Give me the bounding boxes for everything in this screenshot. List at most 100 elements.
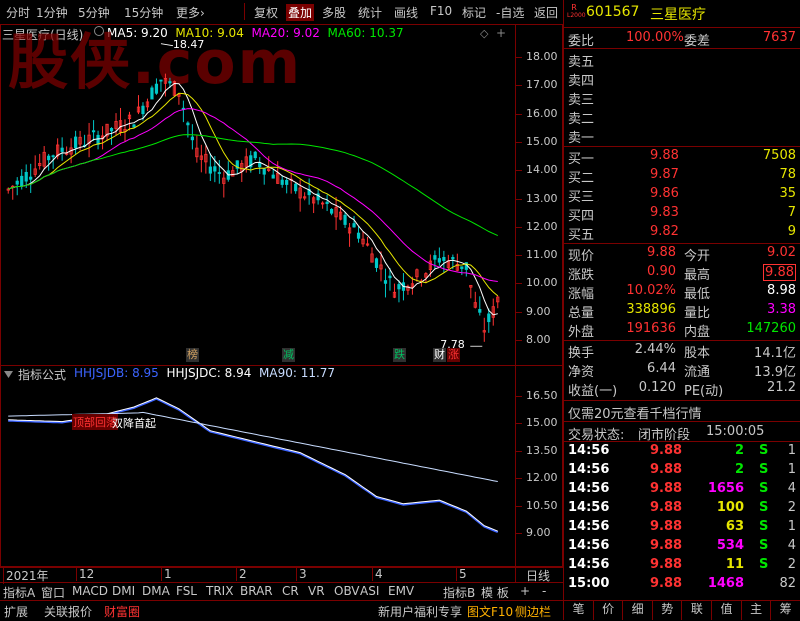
candle-body (437, 258, 441, 263)
indicator-tab-right[interactable]: 指标B (443, 584, 475, 601)
candle-body (24, 171, 28, 182)
candle-body (74, 136, 78, 149)
statistics-button[interactable]: 统计 (358, 4, 382, 21)
side-tab[interactable]: 主 (740, 600, 771, 620)
tick-volume: 1468 (707, 576, 744, 591)
weicha-value: 7637 (762, 30, 796, 45)
tick-side: S (759, 538, 769, 553)
tick-time: 15:00 (568, 576, 610, 591)
side-tab[interactable]: 细 (622, 600, 652, 620)
indicator-tab[interactable]: BRAR (240, 584, 273, 598)
indicator-tick-mark (516, 396, 522, 397)
tick-price: 9.88 (650, 557, 683, 572)
bid-level-label: 买四 (568, 209, 595, 224)
bid-level-label: 买三 (568, 190, 595, 205)
indicator-tab[interactable]: FSL (176, 584, 197, 598)
stat-label: 最低 (684, 287, 711, 302)
kline-chart[interactable] (0, 24, 563, 366)
tick-price: 9.88 (650, 500, 683, 515)
tick-time: 14:56 (568, 481, 610, 496)
indicator-tab[interactable]: DMA (142, 584, 170, 598)
fund-value: 0.120 (638, 380, 676, 395)
fund-label: 净资 (568, 365, 595, 380)
indicator-tab[interactable]: EMV (388, 584, 414, 598)
wealth-circle-button[interactable]: 财富圈 (104, 603, 140, 620)
stock-name: 三星医疗 (650, 7, 706, 23)
candle-body (15, 180, 19, 185)
price-tick: 14.00 (526, 163, 558, 177)
graphic-f10-button[interactable]: 图文F10 (467, 603, 513, 620)
side-tab[interactable]: 价 (592, 600, 623, 620)
promo-text[interactable]: 仅需20元查看千档行情 (568, 403, 702, 422)
new-user-promo-link[interactable]: 新用户福利专享 (378, 603, 462, 620)
price-tick-mark (516, 255, 522, 257)
fund-label: 股本 (684, 346, 711, 361)
tick-time: 14:56 (568, 557, 610, 572)
side-tab[interactable]: 值 (711, 600, 741, 620)
tick-time: 14:56 (568, 462, 610, 477)
indicator-tab[interactable]: ASI (360, 584, 379, 598)
mark-button[interactable]: 标记 (462, 4, 486, 21)
side-tab[interactable]: 笔 (563, 600, 593, 620)
tick-side: S (759, 500, 769, 515)
add-watchlist-button[interactable]: -自选 (496, 4, 524, 21)
candle-body (150, 87, 154, 100)
tick-volume: 100 (716, 500, 744, 515)
indicator-tab-right[interactable]: 模 板 (481, 584, 509, 601)
trade-time: 15:00:05 (706, 424, 765, 439)
bid-volume: 7508 (762, 148, 796, 163)
side-tab[interactable]: 筹 (770, 600, 800, 620)
multi-stock-button[interactable]: 多股 (322, 4, 346, 21)
tick-price: 9.88 (650, 576, 683, 591)
candle-body (442, 256, 446, 261)
indicator-tick: 12.00 (526, 471, 558, 485)
draw-line-button[interactable]: 画线 (394, 4, 418, 21)
price-tick-mark (516, 57, 522, 58)
indicator-tab[interactable]: TRIX (206, 584, 233, 598)
indicator-tab[interactable]: 窗口 (41, 584, 65, 601)
candle-body (356, 232, 361, 239)
indicator-tab-right[interactable]: + (520, 584, 530, 598)
event-marker[interactable]: 榜 (186, 348, 199, 362)
indicator-tab[interactable]: 指标A (3, 584, 35, 601)
tick-price: 9.88 (650, 481, 683, 496)
expand-button[interactable]: 扩展 (4, 603, 28, 620)
candle-body (262, 168, 266, 175)
bid-price: 9.88 (650, 148, 679, 163)
stock-code: 601567 (586, 4, 640, 20)
indicator-tab[interactable]: DMI (112, 584, 135, 598)
time-tick: 3 (296, 567, 307, 581)
price-tick-mark (516, 141, 522, 143)
tick-time: 14:56 (568, 538, 610, 553)
related-quotes-button[interactable]: 关联报价 (44, 603, 92, 620)
side-tab[interactable]: 联 (681, 600, 711, 620)
fund-label: 流通 (684, 365, 711, 380)
stat-label: 涨跌 (568, 268, 595, 283)
fund-value: 14.1亿 (754, 346, 796, 361)
tick-side: S (759, 557, 769, 572)
indicator-tick-mark (516, 450, 522, 452)
tick-price: 9.88 (650, 519, 683, 534)
event-marker[interactable]: 减 (282, 348, 295, 362)
candle-body (159, 79, 163, 82)
indicator-tab[interactable]: MACD (72, 584, 108, 598)
f10-button[interactable]: F10 (430, 4, 452, 18)
stat-label: 量比 (684, 306, 711, 321)
indicator-tab[interactable]: CR (282, 584, 299, 598)
stat-label: 外盘 (568, 325, 595, 340)
candle-body (51, 155, 55, 158)
indicator-tab[interactable]: OBV (334, 584, 360, 598)
price-tick: 13.00 (526, 191, 558, 205)
indicator-chart[interactable] (0, 365, 563, 567)
back-button[interactable]: 返回 (534, 4, 558, 21)
candle-body (374, 258, 379, 268)
candle-body (388, 275, 392, 279)
candle-body (451, 257, 455, 260)
sidebar-toggle-button[interactable]: 侧边栏 (515, 603, 551, 620)
price-tick: 12.00 (526, 219, 558, 233)
tick-count: 4 (787, 538, 796, 553)
event-marker[interactable]: 跌 (393, 348, 406, 362)
side-tab[interactable]: 势 (651, 600, 682, 620)
indicator-tab[interactable]: VR (308, 584, 325, 598)
indicator-tab-right[interactable]: - (542, 584, 546, 598)
